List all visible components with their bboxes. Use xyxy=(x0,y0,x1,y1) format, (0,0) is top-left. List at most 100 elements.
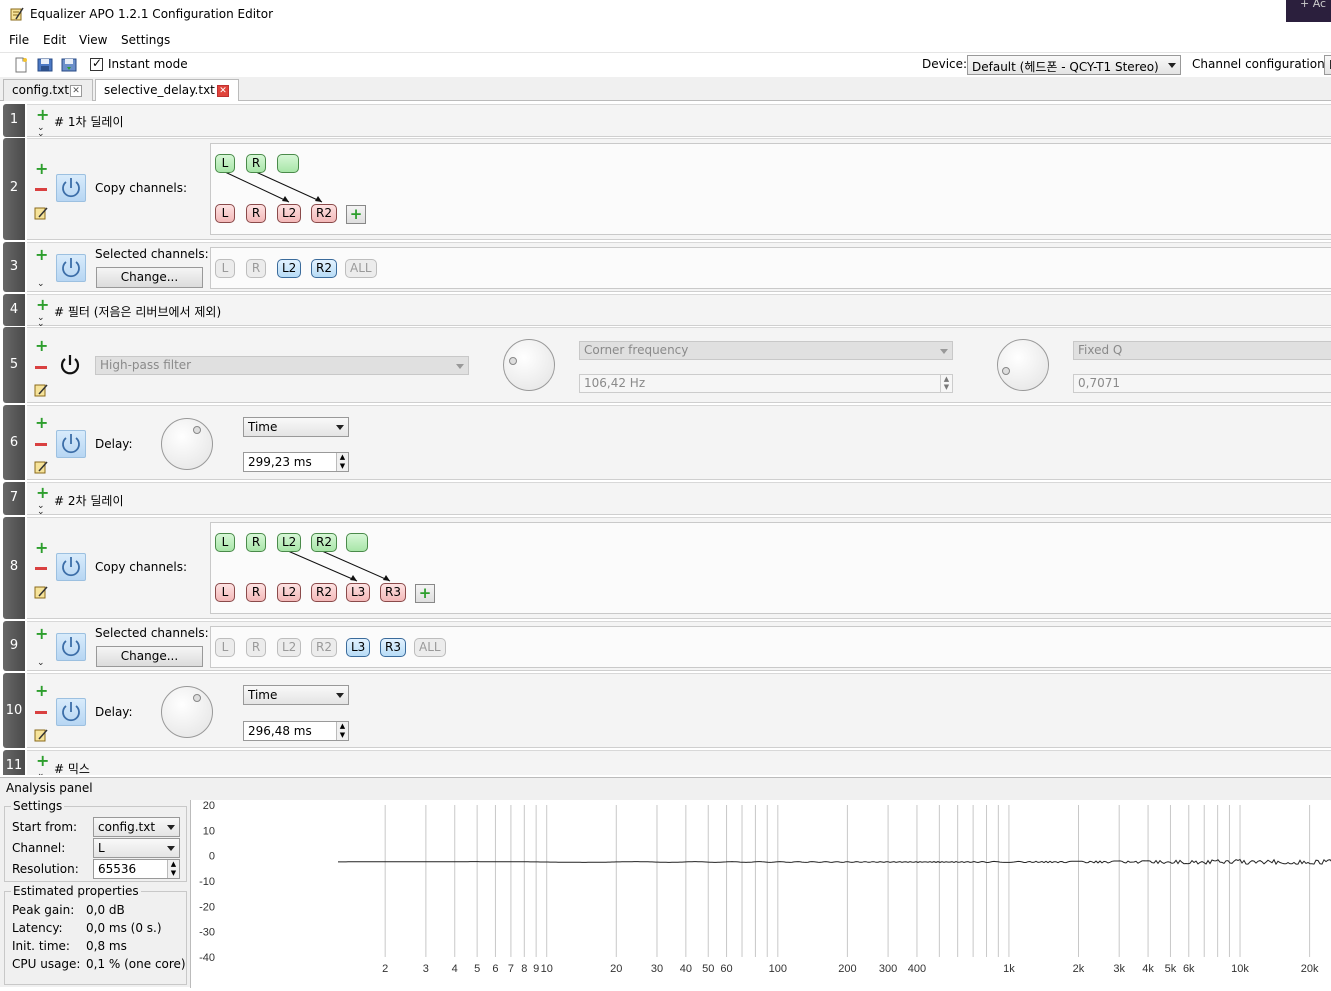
remove-icon[interactable] xyxy=(35,711,47,714)
chevron-down-icon[interactable]: ⌄ ⌄ xyxy=(37,124,45,139)
target-channel-chip[interactable]: L xyxy=(215,204,235,223)
save-file-icon[interactable] xyxy=(61,57,77,73)
spin-arrows-icon[interactable]: ▲ ▼ xyxy=(167,860,179,878)
power-toggle[interactable] xyxy=(56,698,86,726)
target-channel-chip[interactable]: R2 xyxy=(311,583,337,602)
target-channel-chip[interactable]: R3 xyxy=(380,583,406,602)
change-channels-button[interactable]: Change... xyxy=(96,646,203,667)
add-icon[interactable]: + xyxy=(36,107,49,123)
close-icon[interactable]: ✕ xyxy=(70,85,82,97)
comment-text[interactable]: # 필터 (저음은 리버브에서 제외) xyxy=(54,303,221,320)
source-channel-chip[interactable]: R2 xyxy=(311,533,337,552)
chevron-down-icon[interactable]: ⌄ xyxy=(37,659,45,668)
add-icon[interactable]: + xyxy=(35,338,48,354)
open-file-icon[interactable] xyxy=(37,57,53,73)
source-channel-chip[interactable]: L xyxy=(215,154,235,173)
all-channels-chip[interactable]: ALL xyxy=(345,259,377,278)
target-channel-chip[interactable]: L2 xyxy=(277,583,302,602)
comment-text[interactable]: # 1차 딜레이 xyxy=(54,113,123,130)
menu-view[interactable]: View xyxy=(79,33,107,47)
spin-arrows-icon[interactable]: ▲ ▼ xyxy=(336,722,348,740)
close-icon[interactable]: ✕ xyxy=(217,85,229,97)
start-from-select[interactable]: config.txt xyxy=(93,817,180,837)
comment-text[interactable]: # 믹스 xyxy=(54,760,90,775)
source-channel-chip[interactable]: L2 xyxy=(277,533,302,552)
channel-chip[interactable]: L3 xyxy=(346,638,371,657)
remove-icon[interactable] xyxy=(35,443,47,446)
power-toggle[interactable] xyxy=(56,430,86,458)
channel-chip[interactable]: L2 xyxy=(277,638,302,657)
channel-chip[interactable]: R2 xyxy=(311,259,337,278)
chevron-down-icon[interactable]: ⌄ xyxy=(37,770,45,776)
menu-edit[interactable]: Edit xyxy=(43,33,66,47)
source-channel-chip[interactable]: L xyxy=(215,533,235,552)
target-channel-chip[interactable]: R xyxy=(246,204,266,223)
delay-value-input[interactable]: 299,23 ms ▲ ▼ xyxy=(243,452,349,472)
edit-icon[interactable] xyxy=(34,383,48,397)
add-icon[interactable]: + xyxy=(35,540,48,556)
chevron-down-icon[interactable]: ⌄ ⌄ xyxy=(37,502,45,517)
delay-value-input[interactable]: 296,48 ms ▲ ▼ xyxy=(243,721,349,741)
resolution-input[interactable]: 65536 ▲ ▼ xyxy=(93,859,180,879)
frequency-knob[interactable] xyxy=(503,339,555,391)
target-channel-chip[interactable]: L xyxy=(215,583,235,602)
delay-knob[interactable] xyxy=(161,686,213,738)
source-channel-chip[interactable] xyxy=(346,533,368,552)
frequency-input[interactable]: 106,42 Hz ▲ ▼ xyxy=(579,374,953,393)
target-channel-chip[interactable]: L2 xyxy=(277,204,302,223)
edit-icon[interactable] xyxy=(34,206,48,220)
tab-config[interactable]: config.txt ✕ xyxy=(3,79,93,101)
channel-chip[interactable]: R xyxy=(246,259,266,278)
source-channel-chip[interactable] xyxy=(277,154,299,173)
channel-chip[interactable]: R3 xyxy=(380,638,406,657)
edit-icon[interactable] xyxy=(34,728,48,742)
power-toggle[interactable] xyxy=(56,352,86,380)
target-channel-chip[interactable]: R xyxy=(246,583,266,602)
power-toggle[interactable] xyxy=(56,633,86,661)
channel-chip[interactable]: L xyxy=(215,259,235,278)
channel-chip[interactable]: R2 xyxy=(311,638,337,657)
target-channel-chip[interactable]: L3 xyxy=(346,583,371,602)
edit-icon[interactable] xyxy=(34,460,48,474)
edit-icon[interactable] xyxy=(34,585,48,599)
channel-chip[interactable]: L2 xyxy=(277,259,302,278)
source-channel-chip[interactable]: R xyxy=(246,533,266,552)
delay-knob[interactable] xyxy=(161,418,213,470)
comment-text[interactable]: # 2차 딜레이 xyxy=(54,492,123,509)
remove-icon[interactable] xyxy=(35,567,47,570)
add-icon[interactable]: + xyxy=(35,247,48,263)
q-knob[interactable] xyxy=(997,339,1049,391)
channel-chip[interactable]: L xyxy=(215,638,235,657)
chevron-down-icon[interactable]: ⌄ xyxy=(37,280,45,289)
add-channel-button[interactable]: + xyxy=(415,584,435,603)
instant-mode-checkbox[interactable]: ✓ xyxy=(90,56,103,71)
tab-selective-delay[interactable]: selective_delay.txt ✕ xyxy=(95,79,239,102)
new-file-icon[interactable] xyxy=(13,57,29,73)
corner-overlay-button[interactable]: + Ac xyxy=(1286,0,1331,22)
channel-select[interactable]: L xyxy=(93,838,180,858)
add-icon[interactable]: + xyxy=(36,753,49,769)
add-icon[interactable]: + xyxy=(36,297,49,313)
device-select[interactable]: Default (헤드폰 - QCY-T1 Stereo) xyxy=(967,55,1181,75)
change-channels-button[interactable]: Change... xyxy=(96,267,203,288)
spin-arrows-icon[interactable]: ▲ ▼ xyxy=(940,375,952,392)
filter-type-select[interactable]: High-pass filter xyxy=(95,356,469,375)
add-icon[interactable]: + xyxy=(35,161,48,177)
remove-icon[interactable] xyxy=(35,366,47,369)
source-channel-chip[interactable]: R xyxy=(246,154,266,173)
remove-icon[interactable] xyxy=(35,188,47,191)
power-toggle[interactable] xyxy=(56,174,86,202)
power-toggle[interactable] xyxy=(56,254,86,282)
corner-frequency-select[interactable]: Corner frequency xyxy=(579,341,953,360)
chevron-down-icon[interactable]: ⌄ ⌄ xyxy=(37,314,45,329)
channel-chip[interactable]: R xyxy=(246,638,266,657)
all-channels-chip[interactable]: ALL xyxy=(414,638,446,657)
menu-settings[interactable]: Settings xyxy=(121,33,170,47)
channel-config-select[interactable]: F xyxy=(1324,55,1331,75)
target-channel-chip[interactable]: R2 xyxy=(311,204,337,223)
add-icon[interactable]: + xyxy=(36,485,49,501)
q-mode-select[interactable]: Fixed Q xyxy=(1073,341,1331,360)
delay-mode-select[interactable]: Time xyxy=(243,685,349,705)
add-channel-button[interactable]: + xyxy=(346,205,366,224)
add-icon[interactable]: + xyxy=(35,683,48,699)
